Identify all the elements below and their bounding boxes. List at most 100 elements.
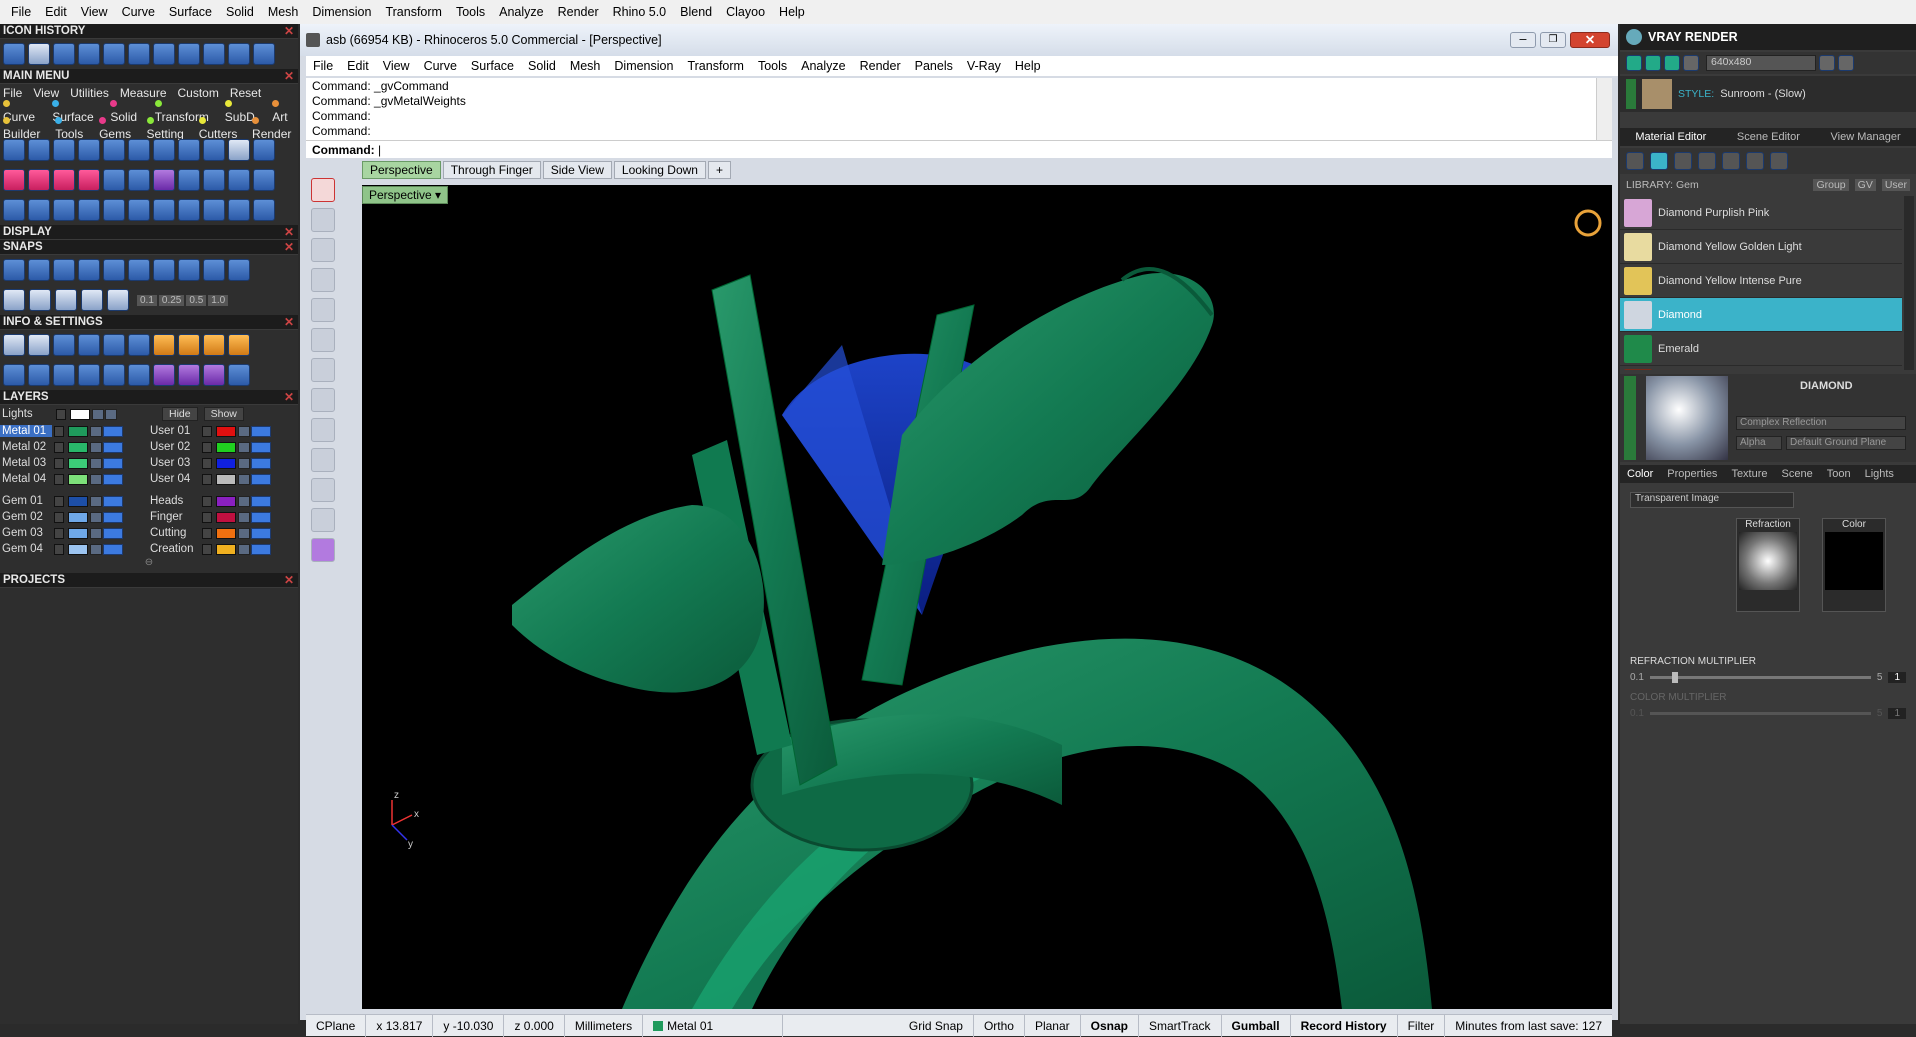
layer-color-swatch[interactable] (216, 527, 236, 539)
menu-analyze[interactable]: Analyze (492, 5, 550, 19)
lock-icon[interactable] (238, 457, 250, 469)
curve-tool-7-icon[interactable] (153, 139, 175, 161)
menu-solid[interactable]: Solid (219, 5, 261, 19)
layer-row-gem-03[interactable]: Gem 03 (0, 525, 148, 541)
transform-tool-7-icon[interactable] (153, 199, 175, 221)
gv-button[interactable]: GV (1854, 179, 1876, 191)
snap-tool-5-icon[interactable] (103, 259, 125, 281)
subtab-scene[interactable]: Scene (1775, 468, 1820, 480)
resolution-select[interactable]: 640x480 (1706, 55, 1816, 71)
lock-icon[interactable] (90, 441, 102, 453)
layer-name[interactable]: User 02 (148, 441, 200, 453)
settings-tool-6-icon[interactable] (128, 364, 150, 386)
menu-dimension[interactable]: Dimension (305, 5, 378, 19)
rhino-menu-transform[interactable]: Transform (680, 59, 751, 73)
menu-edit[interactable]: Edit (38, 5, 74, 19)
transform-tool-3-icon[interactable] (53, 199, 75, 221)
layer-name[interactable]: Cutting (148, 527, 200, 539)
material-item-garnet-andradite[interactable]: Garnet Andradite (1620, 366, 1902, 370)
material-list-scrollbar[interactable] (1904, 196, 1914, 370)
settings-tool-9-icon[interactable] (203, 364, 225, 386)
lock-icon[interactable] (238, 527, 250, 539)
snap-tool-2-icon[interactable] (28, 259, 50, 281)
layer-name[interactable]: Heads (148, 495, 200, 507)
menu-help[interactable]: Help (772, 5, 812, 19)
layer-name[interactable]: Finger (148, 511, 200, 523)
close-icon[interactable]: ✕ (284, 69, 298, 83)
transform-tool-8-icon[interactable] (178, 199, 200, 221)
layer-name[interactable]: Creation (148, 543, 200, 555)
settings-tool-3-icon[interactable] (53, 364, 75, 386)
cplane-button[interactable]: CPlane (306, 1014, 367, 1037)
visibility-icon[interactable] (103, 457, 123, 469)
toggle-grid-snap[interactable]: Grid Snap (899, 1014, 974, 1037)
edit-tool-5-icon[interactable] (103, 169, 125, 191)
history-tool-11-icon[interactable] (253, 43, 275, 65)
toggle-filter[interactable]: Filter (1398, 1014, 1446, 1037)
history-tool-9-icon[interactable] (203, 43, 225, 65)
close-icon[interactable]: ✕ (284, 24, 298, 38)
grid-icon[interactable] (1746, 152, 1764, 170)
user-button[interactable]: User (1881, 179, 1910, 191)
layer-row-creation[interactable]: Creation (148, 541, 296, 557)
frame-buffer-icon[interactable] (1838, 55, 1854, 71)
expand-arrow-icon[interactable] (54, 425, 64, 437)
settings-tool-4-icon[interactable] (78, 364, 100, 386)
menu-tools[interactable]: Tools (449, 5, 492, 19)
close-icon[interactable]: ✕ (284, 240, 298, 254)
box-right-icon[interactable] (311, 388, 335, 412)
curve-tool-2-icon[interactable] (28, 139, 50, 161)
layer-row-finger[interactable]: Finger (148, 509, 296, 525)
close-icon[interactable]: ✕ (284, 573, 298, 587)
layer-row-metal-02[interactable]: Metal 02 (0, 439, 148, 455)
layer-color-swatch[interactable] (216, 495, 236, 507)
subtab-lights[interactable]: Lights (1858, 468, 1901, 480)
subtab-color[interactable]: Color (1620, 468, 1660, 480)
history-tool-5-icon[interactable] (103, 43, 125, 65)
layer-row-metal-01[interactable]: Metal 01 (0, 423, 148, 439)
minimize-button[interactable]: – (1510, 32, 1536, 48)
transform-tool-1-icon[interactable] (3, 199, 25, 221)
menu-surface[interactable]: Surface (162, 5, 219, 19)
subtab-texture[interactable]: Texture (1724, 468, 1774, 480)
slider-value[interactable]: 1 (1888, 671, 1906, 683)
info-tool-7-icon[interactable] (153, 334, 175, 356)
refraction-multiplier-slider[interactable]: 0.1 5 1 (1630, 670, 1906, 684)
tab-side-view[interactable]: Side View (542, 161, 612, 179)
layer-row-user-02[interactable]: User 02 (148, 439, 296, 455)
sphere-icon[interactable] (1674, 152, 1692, 170)
tab-perspective[interactable]: Perspective (362, 161, 441, 179)
visibility-icon[interactable] (251, 473, 271, 485)
rhino-menu-mesh[interactable]: Mesh (563, 59, 608, 73)
tab-through-finger[interactable]: Through Finger (442, 161, 541, 179)
subtab-toon[interactable]: Toon (1820, 468, 1858, 480)
edit-tool-7-icon[interactable] (153, 169, 175, 191)
layer-row-gem-01[interactable]: Gem 01 (0, 493, 148, 509)
grid-icon[interactable] (3, 289, 25, 311)
add-tab-button[interactable]: + (707, 161, 731, 179)
layer-row-gem-04[interactable]: Gem 04 (0, 541, 148, 557)
toggle-planar[interactable]: Planar (1025, 1014, 1081, 1037)
layer-color-swatch[interactable] (68, 495, 88, 507)
layer-name[interactable]: Gem 02 (0, 511, 52, 523)
gear-icon[interactable] (311, 538, 335, 562)
expand-arrow-icon[interactable] (202, 473, 212, 485)
current-layer[interactable]: Metal 01 (643, 1014, 784, 1037)
layer-name[interactable]: User 03 (148, 457, 200, 469)
lights-swatch[interactable] (70, 408, 90, 420)
layer-color-swatch[interactable] (68, 511, 88, 523)
cube-icon[interactable] (29, 289, 51, 311)
close-button[interactable]: ✕ (1570, 32, 1610, 48)
hatch-icon[interactable] (1722, 152, 1740, 170)
ring-nav-icon[interactable] (1574, 209, 1602, 237)
ground-plane-select[interactable]: Default Ground Plane (1786, 436, 1906, 450)
toggle-gumball[interactable]: Gumball (1222, 1014, 1291, 1037)
snap-tool-10-icon[interactable] (228, 259, 250, 281)
main-menu-render[interactable]: Render (252, 113, 295, 141)
square-icon[interactable] (1698, 152, 1716, 170)
settings-tool-7-icon[interactable] (153, 364, 175, 386)
paint-icon[interactable] (311, 448, 335, 472)
collapse-icon[interactable]: ⊖ (0, 557, 298, 571)
info-tool-8-icon[interactable] (178, 334, 200, 356)
rhino-menu-curve[interactable]: Curve (417, 59, 464, 73)
